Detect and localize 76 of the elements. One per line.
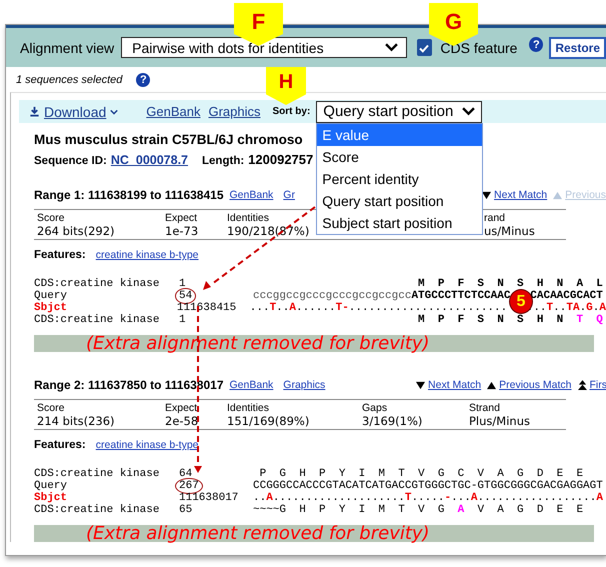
position-number: 54 — [175, 288, 196, 304]
stat-header: rand — [484, 212, 506, 224]
stat-header: Expect — [165, 402, 198, 414]
stat-header: Score — [37, 402, 66, 414]
position-number: 65 — [179, 504, 192, 516]
range-heading: Range 1: 111638199 to 111638415 — [34, 188, 224, 202]
sequence-text: M P F S N S H N T Q — [417, 314, 603, 326]
sequence-label: Sbjct — [34, 302, 68, 314]
stat-value: 3/169(1%) — [362, 414, 424, 428]
sequence-text: ~~~~G H P Y I M T V G A V A G D E E — [253, 504, 584, 516]
stat-value: 151/169(89%) — [227, 414, 310, 428]
sequence-label: CDS:creatine kinase — [34, 314, 160, 326]
restore-button[interactable]: Restore — [549, 36, 606, 58]
range-link[interactable]: GenBank — [230, 189, 274, 201]
help-icon[interactable]: ? — [136, 72, 150, 86]
position-number: 267 — [175, 478, 203, 494]
sort-label: Sort by: — [272, 106, 310, 117]
sequence-id-label: Sequence ID: — [34, 155, 107, 167]
position-number: 1 — [179, 278, 186, 290]
sequence-label: Sbjct — [34, 492, 68, 504]
dropdown-option[interactable]: E value — [317, 124, 482, 146]
dropdown-option[interactable]: Query start position — [317, 190, 482, 212]
alignment-view-label: Alignment view — [20, 40, 114, 56]
selection-count: 1 sequences selected — [16, 74, 122, 86]
stat-value: 214 bits(236) — [37, 414, 116, 428]
features-label: Features: — [34, 439, 86, 451]
stat-value: Plus/Minus — [469, 414, 531, 428]
sequence-text: CCGGGCCACCCGTACATCATGACCGTGGGCTGC-GTGGCGGGCGACGAGGAGT — [253, 480, 603, 492]
range-link[interactable]: Graphics — [283, 379, 326, 391]
position-number: 1 — [179, 314, 186, 326]
feature-link[interactable]: creatine kinase b-type — [96, 249, 199, 261]
toolbar-link[interactable]: GenBank — [146, 104, 200, 119]
stat-value: us/Minus — [484, 224, 536, 238]
dropdown-option[interactable]: Percent identity — [317, 168, 482, 190]
sequence-label: CDS:creatine kinase — [34, 468, 160, 480]
match-nav-link[interactable]: Next Match — [416, 379, 482, 391]
stat-header: Strand — [469, 402, 501, 414]
range-link[interactable]: Gr — [283, 189, 295, 201]
dropdown-option[interactable]: Subject start position — [317, 212, 482, 234]
stat-value: 2e-58 — [165, 414, 200, 428]
position-number: 111638017 — [179, 492, 238, 504]
range-link[interactable]: GenBank — [230, 379, 274, 391]
sequence-label: CDS:creatine kinase — [34, 278, 160, 290]
stat-header: Score — [37, 212, 66, 224]
stat-value: 1e-73 — [165, 224, 200, 238]
omission-note: (Extra alignment removed for brevity) — [34, 525, 594, 542]
feature-link[interactable]: creatine kinase b-type — [96, 439, 199, 451]
sequence-label: Query — [34, 290, 68, 302]
sort-dropdown[interactable]: Query start position — [316, 100, 482, 122]
dropdown-option[interactable]: Score — [317, 146, 482, 168]
help-icon[interactable]: ? — [529, 37, 544, 52]
match-nav-link[interactable]: Next Match — [482, 189, 548, 201]
sequence-text: CACAACGCACT — [530, 290, 603, 302]
sequence-text: M P F S N S H N A L — [417, 278, 603, 290]
range-heading: Range 2: 111637850 to 111638017 — [34, 378, 224, 392]
match-nav-link[interactable]: Previous Match — [487, 379, 572, 391]
sequence-label: CDS:creatine kinase — [34, 504, 160, 516]
features-label: Features: — [34, 249, 86, 261]
stat-header: Identities — [227, 212, 270, 224]
sequence-text: ..A....................T.....-...A..................A — [253, 492, 603, 504]
sequence-text: P G H P Y I M T V G C V A G D E E — [258, 468, 584, 480]
toolbar-link[interactable]: Graphics — [208, 104, 260, 119]
stat-value: 264 bits(292) — [37, 224, 116, 238]
sequence-text: cccggccgcccgcccgccgccgccATGCCCTTCTCCAAC — [253, 290, 510, 302]
download-link[interactable]: Download — [29, 104, 118, 120]
sequence-text: ...T..A......T-........................ — [250, 302, 508, 314]
length-value: 120092757 — [248, 152, 314, 167]
stat-header: Identities — [227, 402, 270, 414]
sequence-label: Query — [34, 480, 68, 492]
omission-note: (Extra alignment removed for brevity) — [34, 335, 594, 352]
position-number: 64 — [179, 468, 192, 480]
hit-title: Mus musculus strain C57BL/6J chromoso — [34, 132, 303, 147]
stat-header: Gaps — [362, 402, 388, 414]
sequence-id-link[interactable]: NC_000078.7 — [110, 153, 188, 167]
length-label: Length: — [202, 155, 244, 167]
stat-header: Expect — [165, 212, 198, 224]
